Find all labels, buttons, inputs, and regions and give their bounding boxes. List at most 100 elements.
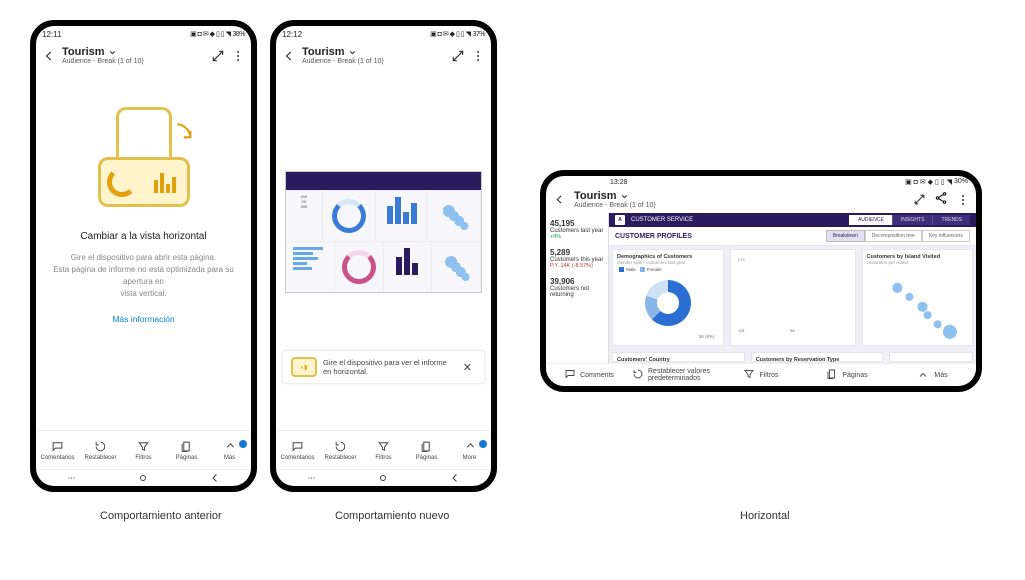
status-icons: ▣ ◘ ✉ ◆ ▯ ▯ ◥ 38% [190,30,245,38]
pages-icon [826,368,838,382]
subtab-decomposition[interactable]: Decomposition tree [865,230,922,242]
toolbar-comments[interactable]: Comments [546,368,632,382]
notification-dot [239,440,247,448]
toolbar-reset[interactable]: Restablecer [79,439,122,461]
filter-icon [137,439,151,453]
status-icons: ▣ ◘ ✉ ◆ ▯ ▯ ◥ 30% [905,178,968,186]
filter-icon [377,439,391,453]
rotate-hint-text: Gire el dispositivo para ver el informe … [323,358,453,376]
nav-recents[interactable] [305,471,319,485]
expand-button[interactable] [912,193,926,207]
caption-new: Comportamiento nuevo [335,510,449,522]
report-title[interactable]: Tourism [302,46,445,58]
kpi-not-returning: 39,906 Customers not returning [550,277,604,298]
back-button[interactable] [42,49,56,63]
switch-view-title: Cambiar a la vista horizontal [80,231,206,242]
status-time: 13:28 [610,179,628,186]
back-button[interactable] [552,193,566,207]
comment-icon [51,439,65,453]
filter-icon [743,368,755,382]
caption-horizontal: Horizontal [740,510,790,522]
chevron-up-icon [223,439,237,453]
toolbar-filters[interactable]: Filtros [122,439,165,461]
rotate-hint-close[interactable]: ✕ [459,361,476,374]
toolbar-pages[interactable]: Páginas [165,439,208,461]
toolbar-filters[interactable]: Filtros [362,439,405,461]
toolbar-comments[interactable]: Comentarios [276,439,319,461]
android-nav-bar [276,469,491,486]
status-time: 12:11 [42,30,61,39]
subtab-breakdown[interactable]: Breakdown [826,230,865,242]
status-icons: ▣ ◘ ✉ ◆ ▯ ▯ ◥ 37% [430,30,485,38]
nav-recents[interactable] [65,471,79,485]
panel-island-map[interactable]: Customers by Island Visited customers pe… [862,249,974,346]
toolbar-pages[interactable]: Páginas [405,439,448,461]
report-title[interactable]: Tourism [62,46,205,58]
status-bar: 12:12 ▣ ◘ ✉ ◆ ▯ ▯ ◥ 37% [276,26,491,42]
main-tab-audience[interactable]: AUDIENCE [849,215,892,225]
nav-back[interactable] [208,471,222,485]
reset-icon [334,439,348,453]
chevron-up-icon [917,369,931,381]
status-bar: 12:11 ▣ ◘ ✉ ◆ ▯ ▯ ◥ 38% [36,26,251,42]
report-thumbnail[interactable]: 45K5K39K [276,171,491,293]
app-header: Tourism Audience - Break (1 of 10) [546,188,976,213]
expand-button[interactable] [211,49,225,63]
section-title: CUSTOMER PROFILES [615,233,692,240]
nav-home[interactable] [376,471,390,485]
report-top-nav: A CUSTOMER SERVICE AUDIENCE INSIGHTS TRE… [609,213,976,227]
nav-home[interactable] [136,471,150,485]
panel-country[interactable]: Customers' Country customers last year [612,352,745,362]
more-button[interactable] [231,49,245,63]
bottom-toolbar: Comentarios Restablecer Filtros Páginas … [36,430,251,469]
toolbar-pages[interactable]: Páginas [804,368,890,382]
bar-chart: <2180 [735,285,851,333]
caption-previous: Comportamiento anterior [100,510,222,522]
report-subtitle: Audience - Break (1 of 10) [574,202,904,209]
kpi-customers-this-year: 5,289 Customers this year P.Y. 14K (-8.5… [550,248,604,269]
comment-icon [291,439,305,453]
chevron-up-icon [463,439,477,453]
panel-demographics[interactable]: Demographics of Customers Gender split –… [612,249,724,346]
toolbar-filters[interactable]: Filtros [718,368,804,382]
brand-logo: A [615,215,625,225]
kpi-customers-last-year: 45,195 Customers last year +9% [550,219,604,240]
bottom-toolbar: Comments Restablecer valores predetermin… [546,363,976,386]
app-header: Tourism Audience - Break (1 of 10) [276,42,491,71]
report-title[interactable]: Tourism [574,190,904,202]
main-tab-trends[interactable]: TRENDS [932,215,970,225]
rotate-hint-toast: ◐▮ Gire el dispositivo para ver el infor… [282,350,485,384]
comment-icon [564,368,576,382]
notification-dot [479,440,487,448]
brand-text: CUSTOMER SERVICE [631,217,693,223]
more-button[interactable] [956,193,970,207]
report-canvas[interactable]: 45,195 Customers last year +9% 5,289 Cus… [546,213,976,363]
kpi-sidebar: 45,195 Customers last year +9% 5,289 Cus… [546,213,609,363]
donut-chart [645,280,691,326]
panel-reservation-type[interactable]: Customers by Reservation Type [751,352,884,362]
pages-icon [180,439,194,453]
back-button[interactable] [282,49,296,63]
reset-icon [94,439,108,453]
toolbar-reset[interactable]: Restablecer valores predeterminados [632,368,718,382]
island-map [867,265,969,341]
pages-icon [420,439,434,453]
report-subtitle: Audience - Break (1 of 10) [62,58,205,65]
expand-button[interactable] [451,49,465,63]
toolbar-reset[interactable]: Restablecer [319,439,362,461]
main-tab-insights[interactable]: INSIGHTS [892,215,933,225]
nav-back[interactable] [448,471,462,485]
more-button[interactable] [471,49,485,63]
rotate-hint-icon: ◐▮ [291,357,317,377]
toolbar-more[interactable]: Más [890,368,976,382]
subtab-key-influencers[interactable]: Key influencers [922,230,970,242]
panel-age-bars[interactable]: 14K <2180 [730,249,856,346]
rotate-illustration [98,107,190,207]
more-info-link[interactable]: Más información [112,314,174,324]
android-nav-bar [36,469,251,486]
bottom-toolbar: Comentarios Restablecer Filtros Páginas … [276,430,491,469]
share-button[interactable] [934,191,948,208]
toolbar-comments[interactable]: Comentarios [36,439,79,461]
switch-view-body: Gire el dispositivo para abrir esta pági… [44,252,243,300]
status-time: 12:12 [282,30,302,39]
